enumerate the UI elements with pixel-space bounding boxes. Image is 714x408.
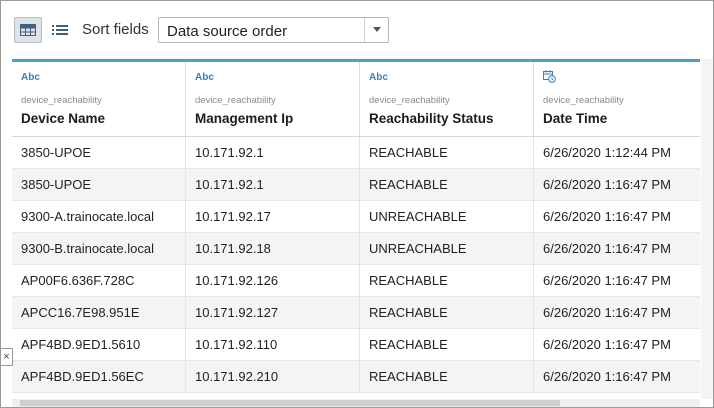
cell-reachability-status: UNREACHABLE (360, 233, 534, 264)
column-source: device_reachability (195, 95, 276, 106)
cell-device-name: APCC16.7E98.951E (12, 297, 186, 328)
column-name: Reachability Status (369, 111, 494, 126)
cell-reachability-status: REACHABLE (360, 265, 534, 296)
list-view-button[interactable] (46, 17, 74, 43)
select-divider (364, 18, 365, 42)
grid-view-icon (20, 24, 36, 36)
toolbar: Sort fields Data source order (1, 1, 713, 59)
text-type-icon: Abc (195, 72, 214, 83)
cell-device-name: APF4BD.9ED1.5610 (12, 329, 186, 360)
column-source: device_reachability (543, 95, 624, 106)
table-row[interactable]: APCC16.7E98.951E 10.171.92.127 REACHABLE… (12, 297, 700, 329)
chevron-down-icon[interactable] (373, 27, 381, 32)
cell-reachability-status: REACHABLE (360, 297, 534, 328)
cell-date-time: 6/26/2020 1:16:47 PM (543, 337, 671, 352)
column-header-device-name[interactable]: Abc device_reachability Device Name (12, 62, 186, 136)
text-type-icon: Abc (21, 72, 40, 83)
cell-management-ip: 10.171.92.17 (186, 201, 360, 232)
sort-fields-select[interactable]: Data source order (158, 17, 389, 43)
cell-management-ip: 10.171.92.1 (186, 169, 360, 200)
cell-date-time: 6/26/2020 1:16:47 PM (543, 177, 671, 192)
table-row[interactable]: 9300-A.trainocate.local 10.171.92.17 UNR… (12, 201, 700, 233)
cell-device-name: APF4BD.9ED1.56EC (12, 361, 186, 392)
cell-reachability-status: REACHABLE (360, 361, 534, 392)
cell-device-name: AP00F6.636F.728C (12, 265, 186, 296)
column-source: device_reachability (369, 95, 450, 106)
close-icon[interactable]: × (1, 348, 13, 366)
cell-date-time: 6/26/2020 1:16:47 PM (543, 241, 671, 256)
table-row[interactable]: AP00F6.636F.728C 10.171.92.126 REACHABLE… (12, 265, 700, 297)
cell-reachability-status: REACHABLE (360, 137, 534, 168)
grid-header: Abc device_reachability Device Name Abc … (12, 62, 700, 137)
cell-management-ip: 10.171.92.210 (186, 361, 360, 392)
table-row[interactable]: APF4BD.9ED1.5610 10.171.92.110 REACHABLE… (12, 329, 700, 361)
list-view-icon (52, 25, 68, 35)
table-row[interactable]: 3850-UPOE 10.171.92.1 REACHABLE 6/26/202… (12, 169, 700, 201)
scrollbar-thumb[interactable] (20, 400, 560, 406)
cell-management-ip: 10.171.92.126 (186, 265, 360, 296)
column-header-reachability-status[interactable]: Abc device_reachability Reachability Sta… (360, 62, 534, 136)
cell-date-time: 6/26/2020 1:16:47 PM (543, 305, 671, 320)
cell-device-name: 9300-A.trainocate.local (12, 201, 186, 232)
cell-management-ip: 10.171.92.127 (186, 297, 360, 328)
grid-view-button[interactable] (14, 17, 42, 43)
sort-fields-label: Sort fields (82, 21, 149, 38)
column-header-date-time[interactable]: device_reachability Date Time (534, 62, 700, 136)
data-grid: Abc device_reachability Device Name Abc … (12, 59, 700, 399)
cell-reachability-status: UNREACHABLE (360, 201, 534, 232)
column-source: device_reachability (21, 95, 102, 106)
cell-management-ip: 10.171.92.1 (186, 137, 360, 168)
table-row[interactable]: APF4BD.9ED1.56EC 10.171.92.210 REACHABLE… (12, 361, 700, 393)
cell-device-name: 3850-UPOE (12, 169, 186, 200)
datetime-type-icon (543, 70, 556, 83)
cell-reachability-status: REACHABLE (360, 169, 534, 200)
cell-date-time: 6/26/2020 1:12:44 PM (543, 145, 671, 160)
cell-date-time: 6/26/2020 1:16:47 PM (543, 209, 671, 224)
table-row[interactable]: 3850-UPOE 10.171.92.1 REACHABLE 6/26/202… (12, 137, 700, 169)
horizontal-scrollbar[interactable] (12, 399, 700, 407)
cell-date-time: 6/26/2020 1:16:47 PM (543, 369, 671, 384)
text-type-icon: Abc (369, 72, 388, 83)
column-name: Date Time (543, 111, 608, 126)
cell-device-name: 9300-B.trainocate.local (12, 233, 186, 264)
sort-fields-value: Data source order (167, 23, 288, 40)
cell-management-ip: 10.171.92.110 (186, 329, 360, 360)
cell-device-name: 3850-UPOE (12, 137, 186, 168)
cell-reachability-status: REACHABLE (360, 329, 534, 360)
table-row[interactable]: 9300-B.trainocate.local 10.171.92.18 UNR… (12, 233, 700, 265)
cell-date-time: 6/26/2020 1:16:47 PM (543, 273, 671, 288)
column-header-management-ip[interactable]: Abc device_reachability Management Ip (186, 62, 360, 136)
vertical-scrollbar[interactable] (701, 59, 713, 399)
column-name: Device Name (21, 111, 106, 126)
column-name: Management Ip (195, 111, 294, 126)
cell-management-ip: 10.171.92.18 (186, 233, 360, 264)
